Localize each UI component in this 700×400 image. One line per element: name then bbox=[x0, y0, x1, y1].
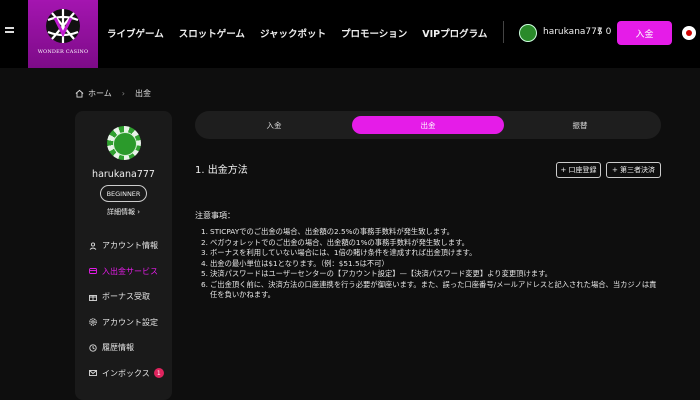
detail-link[interactable]: 詳細情報 › bbox=[75, 207, 172, 217]
history-icon bbox=[88, 343, 97, 352]
sidebar-item-payments[interactable]: 入出金サービス bbox=[88, 259, 164, 285]
note-text: ご出金頂く前に、決済方法の口座連携を行う必要が御座います。また、誤った口座番号/… bbox=[210, 279, 657, 300]
notes-title: 注意事項： bbox=[195, 211, 235, 220]
breadcrumb-home[interactable]: ホーム bbox=[88, 88, 112, 99]
rank-chip-icon bbox=[107, 126, 141, 160]
notes-list: 1. STICPAYでのご出金の場合、出金額の2.5%の事務手数料が発生致します。… bbox=[201, 227, 663, 301]
nav-vip-program[interactable]: VIPプログラム bbox=[422, 26, 487, 40]
nav-live-game[interactable]: ライブゲーム bbox=[107, 26, 164, 40]
note-text: ベガウォレットでのご出金の場合、出金額の1%の事務手数料が発生致します。 bbox=[210, 237, 469, 247]
add-account-button[interactable]: + 口座登録 bbox=[556, 162, 601, 178]
deposit-button[interactable]: 入金 bbox=[617, 21, 672, 45]
user-icon bbox=[88, 241, 97, 250]
tab-transfer[interactable]: 振替 bbox=[504, 116, 656, 134]
nav-slot-game[interactable]: スロットゲーム bbox=[179, 26, 245, 40]
sidebar-item-label: アカウント情報 bbox=[102, 241, 158, 251]
list-item: 6. ご出金頂く前に、決済方法の口座連携を行う必要が御座います。また、誤った口座番… bbox=[201, 280, 663, 301]
logo-emblem-icon bbox=[46, 9, 80, 43]
sidebar-item-label: インボックス bbox=[102, 368, 150, 378]
tab-withdraw[interactable]: 出金 bbox=[352, 116, 504, 134]
sidebar-item-account-settings[interactable]: アカウント設定 bbox=[88, 310, 164, 336]
user-avatar[interactable] bbox=[519, 24, 537, 42]
note-text: STICPAYでのご出金の場合、出金額の2.5%の事務手数料が発生致します。 bbox=[210, 227, 454, 236]
list-item: 2. ベガウォレットでのご出金の場合、出金額の1%の事務手数料が発生致します。 bbox=[201, 238, 663, 249]
sidebar-username: harukana777 bbox=[92, 169, 155, 180]
section-title: 1. 出金方法 bbox=[195, 165, 248, 176]
rank-badge: BEGINNER bbox=[100, 185, 147, 202]
sidebar-item-bonus[interactable]: ボーナス受取 bbox=[88, 284, 164, 310]
sidebar-menu: アカウント情報 入出金サービス ボーナス受取 アカウント設定 履歴情報 インボッ… bbox=[88, 233, 164, 386]
sidebar-item-history[interactable]: 履歴情報 bbox=[88, 335, 164, 361]
sidebar-item-inbox[interactable]: インボックス 1 bbox=[88, 361, 164, 387]
gear-icon bbox=[88, 318, 97, 327]
breadcrumb: ホーム › 出金 bbox=[75, 88, 151, 99]
mail-icon bbox=[88, 369, 97, 378]
chevron-right-icon: › bbox=[137, 208, 141, 216]
sidebar-item-label: アカウント設定 bbox=[102, 317, 158, 327]
note-text: 出金の最小単位は$1となります。（例：$51.5は不可） bbox=[210, 258, 389, 268]
note-number: 4. bbox=[201, 258, 208, 268]
note-number: 5. bbox=[201, 269, 208, 278]
list-item: 3. ボーナスを利用していない場合には、1倍の賭け条件を達成すれば出金頂けます。 bbox=[201, 248, 663, 259]
note-number: 2. bbox=[201, 237, 208, 247]
home-icon bbox=[75, 89, 84, 98]
note-text: 決済パスワードはユーザーセンターの【アカウント設定】—【決済パスワード変更】より… bbox=[210, 269, 552, 278]
nav-jackpot[interactable]: ジャックポット bbox=[260, 26, 326, 40]
sidebar-item-label: ボーナス受取 bbox=[102, 292, 150, 302]
list-item: 5. 決済パスワードはユーザーセンターの【アカウント設定】—【決済パスワード変更】… bbox=[201, 269, 663, 280]
main-nav: ライブゲーム スロットゲーム ジャックポット プロモーション VIPプログラム bbox=[107, 26, 487, 40]
detail-link-label: 詳細情報 bbox=[106, 208, 135, 216]
payment-tabs: 入金 出金 振替 bbox=[195, 111, 661, 139]
account-sidebar: harukana777 BEGINNER 詳細情報 › アカウント情報 入出金サ… bbox=[75, 111, 172, 400]
list-item: 4. 出金の最小単位は$1となります。（例：$51.5は不可） bbox=[201, 259, 663, 270]
deposit-icon bbox=[88, 267, 97, 276]
balance-display: $ 0 bbox=[597, 27, 612, 37]
breadcrumb-current: 出金 bbox=[134, 89, 151, 98]
tab-deposit[interactable]: 入金 bbox=[198, 116, 350, 134]
sidebar-item-label: 履歴情報 bbox=[102, 343, 134, 353]
header-divider bbox=[503, 21, 504, 43]
note-number: 1. bbox=[201, 227, 208, 236]
top-header: WONDER CASINO ライブゲーム スロットゲーム ジャックポット プロモ… bbox=[0, 0, 700, 68]
chevron-right-icon: › bbox=[121, 89, 125, 98]
sidebar-item-account-info[interactable]: アカウント情報 bbox=[88, 233, 164, 259]
list-item: 1. STICPAYでのご出金の場合、出金額の2.5%の事務手数料が発生致します。 bbox=[201, 227, 663, 238]
inbox-count-badge: 1 bbox=[153, 368, 164, 379]
japan-flag-icon[interactable] bbox=[682, 26, 696, 40]
header-username[interactable]: harukana777 bbox=[543, 27, 603, 37]
menu-icon[interactable] bbox=[5, 27, 14, 35]
sidebar-item-label: 入出金サービス bbox=[102, 266, 158, 276]
gift-icon bbox=[88, 292, 97, 301]
third-party-payment-button[interactable]: + 第三者決済 bbox=[606, 162, 661, 178]
nav-promotion[interactable]: プロモーション bbox=[341, 26, 407, 40]
note-number: 3. bbox=[201, 248, 208, 257]
casino-logo[interactable]: WONDER CASINO bbox=[28, 0, 98, 68]
note-text: ボーナスを利用していない場合には、1倍の賭け条件を達成すれば出金頂けます。 bbox=[210, 248, 477, 257]
logo-text: WONDER CASINO bbox=[37, 49, 89, 55]
note-number: 6. bbox=[201, 279, 208, 289]
